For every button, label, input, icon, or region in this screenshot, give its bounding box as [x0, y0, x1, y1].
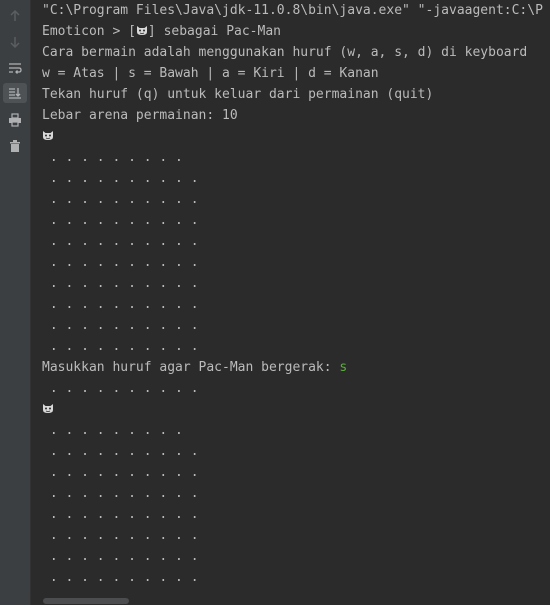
grid-row: . . . . . . . . . . [42, 339, 199, 354]
instruction-line: Cara bermain adalah menggunakan huruf (w… [42, 45, 528, 60]
emoticon-prefix: Emoticon > [ [42, 24, 136, 39]
grid-row: . . . . . . . . . . [42, 528, 199, 543]
grid-row: . . . . . . . . . . [42, 171, 199, 186]
grid-row: . . . . . . . . . . [42, 465, 199, 480]
pacman-emoji-line [42, 399, 54, 420]
console-output[interactable]: "C:\Program Files\Java\jdk-11.0.8\bin\ja… [31, 0, 550, 605]
quit-line: Tekan huruf (q) untuk keluar dari permai… [42, 87, 434, 102]
grid-row: . . . . . . . . . . [42, 297, 199, 312]
horizontal-scrollbar[interactable] [31, 597, 550, 605]
arena-width-line: Lebar arena permainan: 10 [42, 108, 238, 123]
cat-emoji-icon [43, 131, 53, 140]
trash-icon[interactable] [3, 136, 27, 156]
soft-wrap-icon[interactable] [3, 58, 27, 78]
command-line: "C:\Program Files\Java\jdk-11.0.8\bin\ja… [42, 3, 543, 18]
grid-row: . . . . . . . . . [42, 423, 183, 438]
cat-emoji-icon [43, 404, 53, 413]
pacman-emoji-line [42, 126, 54, 147]
arrow-up-icon[interactable] [3, 6, 27, 26]
grid-row: . . . . . . . . . . [42, 381, 199, 396]
grid-row: . . . . . . . . . . [42, 255, 199, 270]
grid-row: . . . . . . . . . . [42, 549, 199, 564]
grid-row: . . . . . . . . . . [42, 192, 199, 207]
grid-row: . . . . . . . . . . [42, 507, 199, 522]
grid-row: . . . . . . . . . . [42, 213, 199, 228]
console-toolbar [0, 0, 31, 605]
grid-row: . . . . . . . . . [42, 150, 183, 165]
grid-row: . . . . . . . . . . [42, 570, 199, 585]
user-input-text: s [339, 360, 348, 375]
scrollbar-thumb[interactable] [43, 598, 129, 604]
grid-row: . . . . . . . . . . [42, 318, 199, 333]
directions-line: w = Atas | s = Bawah | a = Kiri | d = Ka… [42, 66, 379, 81]
grid-row: . . . . . . . . . . [42, 486, 199, 501]
print-icon[interactable] [3, 110, 27, 130]
emoticon-line: Emoticon > [ ] sebagai Pac-Man [42, 21, 281, 42]
grid-row: . . . . . . . . . . [42, 444, 199, 459]
prompt-line: Masukkan huruf agar Pac-Man bergerak: s [42, 357, 347, 378]
grid-row: . . . . . . . . . . [42, 276, 199, 291]
cat-emoji-icon [136, 26, 147, 35]
prompt-text: Masukkan huruf agar Pac-Man bergerak: [42, 360, 340, 375]
scroll-to-end-icon[interactable] [3, 83, 27, 103]
emoticon-suffix: ] sebagai Pac-Man [147, 24, 281, 39]
grid-row: . . . . . . . . . . [42, 234, 199, 249]
arrow-down-icon[interactable] [3, 32, 27, 52]
